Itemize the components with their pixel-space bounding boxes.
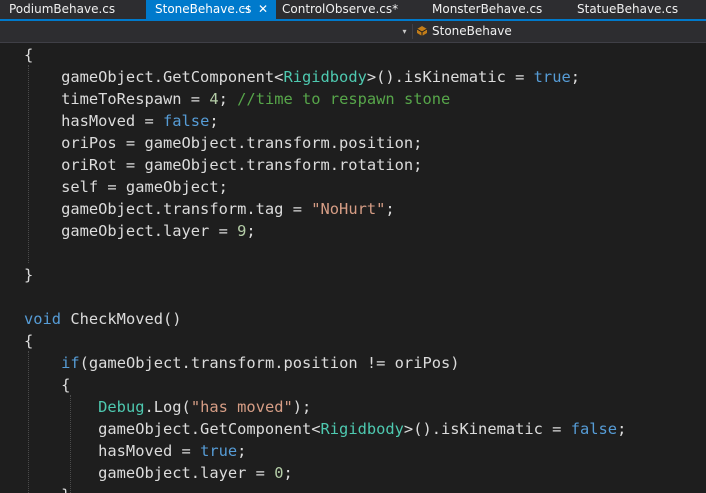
tab-label: StatueBehave.cs: [577, 2, 679, 16]
code-token: gameObject.GetComponent<: [24, 68, 284, 86]
code-token: 9: [237, 222, 247, 240]
code-token: ;: [617, 420, 627, 438]
code-token: );: [292, 398, 312, 416]
code-line: gameObject.GetComponent<Rigidbody>().isK…: [24, 66, 580, 88]
tab-label: MonsterBehave.cs: [432, 2, 543, 16]
document-tab-bar: PodiumBehave.cs StoneBehave.cs ⊣ ✕ Contr…: [0, 0, 706, 19]
code-line: hasMoved = false;: [24, 110, 219, 132]
code-token: hasMoved =: [24, 442, 201, 460]
member-dropdown[interactable]: StoneBehave: [416, 21, 512, 42]
navbar-divider: [412, 24, 413, 39]
code-line: Debug.Log("has moved");: [24, 396, 311, 418]
tab-control-observe[interactable]: ControlObserve.cs*: [273, 0, 423, 19]
member-label: StoneBehave: [432, 24, 512, 38]
code-token: Rigidbody: [283, 68, 367, 86]
close-icon[interactable]: ✕: [258, 0, 268, 19]
code-token: gameObject.layer =: [24, 222, 238, 240]
code-token: ;: [385, 200, 395, 218]
tab-monster-behave[interactable]: MonsterBehave.cs: [423, 0, 568, 19]
code-token: oriPos = gameObject.transform.position;: [24, 134, 423, 152]
code-token: if: [61, 354, 80, 372]
code-token: "has moved": [190, 398, 293, 416]
code-token: oriRot = gameObject.transform.rotation;: [24, 156, 423, 174]
code-token: gameObject.layer =: [24, 464, 275, 482]
code-token: (gameObject.transform.position != oriPos…: [79, 354, 460, 372]
code-line: oriPos = gameObject.transform.position;: [24, 132, 422, 154]
code-token: ;: [237, 442, 247, 460]
navigation-bar: ▾ StoneBehave: [0, 21, 706, 43]
code-token: gameObject.transform.tag =: [24, 200, 312, 218]
code-line: timeToRespawn = 4; //time to respawn sto…: [24, 88, 450, 110]
code-line: if(gameObject.transform.position != oriP…: [24, 352, 460, 374]
code-token: {: [24, 376, 71, 394]
code-token: Debug: [98, 398, 145, 416]
code-token: 4: [209, 90, 219, 108]
code-token: Rigidbody: [320, 420, 404, 438]
code-line: {: [24, 330, 33, 352]
code-line: gameObject.layer = 0;: [24, 462, 293, 484]
code-token: self = gameObject;: [24, 178, 228, 196]
class-member-icon: [416, 26, 428, 36]
code-token: ;: [209, 112, 219, 130]
code-token: ;: [218, 90, 238, 108]
code-token: hasMoved =: [24, 112, 163, 130]
code-line: void CheckMoved(): [24, 308, 182, 330]
code-token: timeToRespawn =: [24, 90, 210, 108]
code-editor[interactable]: { gameObject.GetComponent<Rigidbody>().i…: [0, 43, 706, 493]
code-token: CheckMoved(): [61, 310, 182, 328]
code-token: }: [24, 266, 34, 284]
tab-stone-behave[interactable]: StoneBehave.cs ⊣ ✕: [146, 0, 276, 19]
code-line: hasMoved = true;: [24, 440, 246, 462]
tab-label: StoneBehave.cs: [155, 2, 252, 16]
code-token: ;: [570, 68, 581, 86]
code-line: {: [24, 44, 33, 66]
tab-label: ControlObserve.cs*: [282, 2, 399, 16]
chevron-down-icon[interactable]: ▾: [398, 21, 411, 42]
code-token: ;: [246, 222, 256, 240]
code-token: false: [163, 112, 210, 130]
code-token: >().isKinematic =: [366, 68, 534, 86]
code-token: >().isKinematic =: [403, 420, 571, 438]
code-token: ;: [283, 464, 293, 482]
code-token: false: [570, 420, 618, 438]
code-line: gameObject.GetComponent<Rigidbody>().isK…: [24, 418, 626, 440]
tab-label: PodiumBehave.cs: [9, 2, 116, 16]
code-token: true: [533, 68, 571, 86]
code-line: }: [24, 484, 70, 493]
code-token: void: [24, 310, 62, 328]
code-line: oriRot = gameObject.transform.rotation;: [24, 154, 422, 176]
code-token: true: [200, 442, 238, 460]
code-token: {: [24, 332, 34, 350]
code-token: }: [24, 486, 70, 493]
tab-podium-behave[interactable]: PodiumBehave.cs: [0, 0, 146, 19]
tab-statue-behave[interactable]: StatueBehave.cs: [568, 0, 706, 19]
code-token: "NoHurt": [311, 200, 386, 218]
code-line: }: [24, 264, 33, 286]
pin-icon[interactable]: ⊣: [241, 0, 250, 19]
code-token: //time to respawn stone: [237, 90, 451, 108]
code-line: self = gameObject;: [24, 176, 228, 198]
code-line: {: [24, 374, 70, 396]
code-token: {: [24, 46, 34, 64]
code-token: gameObject.GetComponent<: [24, 420, 321, 438]
code-token: .Log(: [144, 398, 191, 416]
code-line: gameObject.transform.tag = "NoHurt";: [24, 198, 395, 220]
code-line: gameObject.layer = 9;: [24, 220, 256, 242]
